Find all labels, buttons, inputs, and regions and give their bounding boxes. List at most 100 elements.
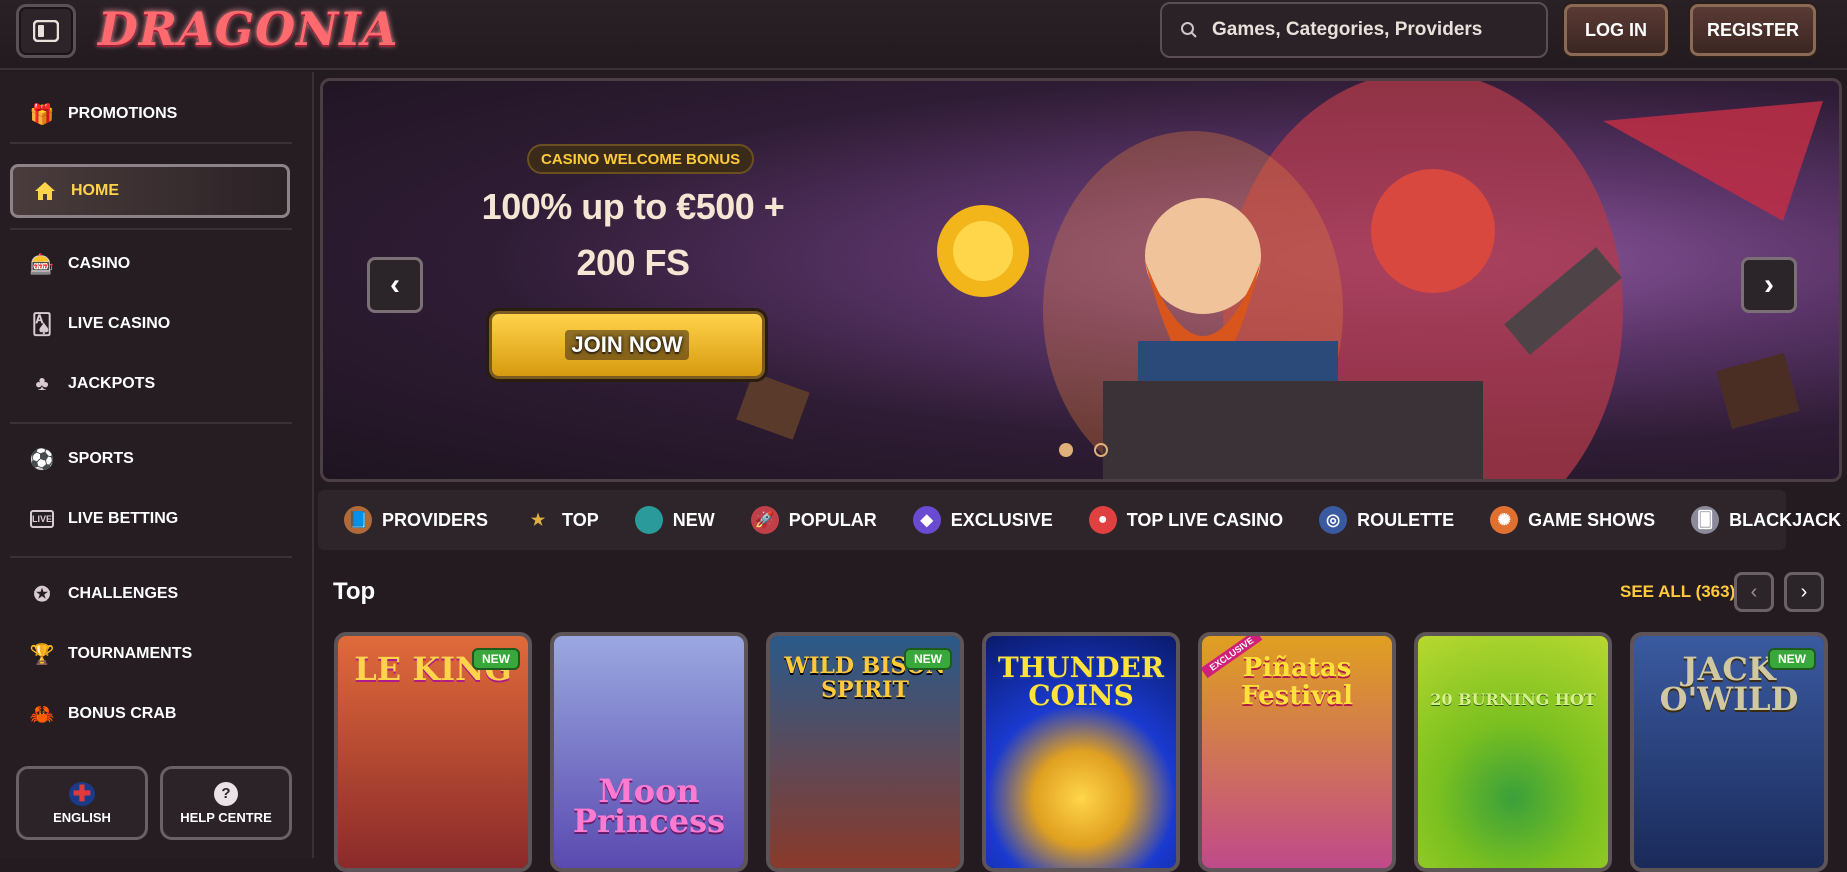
sidebar-toggle-button[interactable] bbox=[16, 4, 76, 58]
games-next-button[interactable]: › bbox=[1784, 572, 1824, 612]
sidebar-item-promotions[interactable]: 🎁 PROMOTIONS bbox=[29, 94, 178, 134]
banner-next-button[interactable]: › bbox=[1741, 257, 1797, 313]
sidebar-item-label: PROMOTIONS bbox=[68, 105, 178, 122]
new-badge: NEW bbox=[472, 648, 520, 670]
slot-machine-icon: 🎰 bbox=[29, 253, 55, 276]
top-header: DRAGONIA Games, Categories, Providers LO… bbox=[0, 0, 1847, 70]
category-new[interactable]: NEW bbox=[634, 506, 715, 534]
help-label: HELP CENTRE bbox=[180, 809, 272, 825]
join-now-label: JOIN NOW bbox=[565, 330, 689, 360]
welcome-bonus-badge: CASINO WELCOME BONUS bbox=[527, 144, 755, 174]
question-icon: ? bbox=[214, 781, 238, 806]
search-placeholder: Games, Categories, Providers bbox=[1212, 19, 1483, 40]
divider bbox=[10, 142, 292, 144]
divider bbox=[10, 556, 292, 558]
sidebar-item-label: TOURNAMENTS bbox=[68, 645, 193, 662]
game-card[interactable]: WILD BISON SPIRIT NEW bbox=[766, 632, 964, 872]
game-card[interactable]: LE KING NEW bbox=[334, 632, 532, 872]
ball-icon: ⚽ bbox=[29, 448, 55, 471]
sidebar-item-jackpots[interactable]: ♣ JACKPOTS bbox=[30, 364, 155, 404]
search-input[interactable]: Games, Categories, Providers bbox=[1160, 2, 1548, 58]
uk-flag-icon: ✚ bbox=[69, 781, 95, 806]
language-button[interactable]: ✚ ENGLISH bbox=[16, 766, 148, 840]
sidebar-item-label: BONUS CRAB bbox=[68, 705, 177, 722]
promo-banner[interactable]: CASINO WELCOME BONUS 100% up to €500 + 2… bbox=[320, 78, 1842, 482]
chevron-right-icon: › bbox=[1800, 580, 1808, 603]
sidebar-item-label: SPORTS bbox=[68, 450, 134, 467]
sidebar-item-casino[interactable]: 🎰 CASINO bbox=[29, 244, 131, 284]
join-now-button[interactable]: JOIN NOW bbox=[489, 311, 765, 379]
category-roulette[interactable]: ◎ ROULETTE bbox=[1319, 506, 1454, 534]
game-title: THUNDER COINS bbox=[997, 651, 1165, 712]
chevron-left-icon: ‹ bbox=[1750, 580, 1758, 603]
category-top-live-casino[interactable]: ● TOP LIVE CASINO bbox=[1088, 506, 1283, 534]
sidebar-item-bonus-crab[interactable]: 🦀 BONUS CRAB bbox=[29, 694, 177, 734]
category-popular[interactable]: 🚀 POPULAR bbox=[750, 506, 877, 534]
game-card[interactable]: 20 BURNING HOT bbox=[1414, 632, 1612, 872]
category-providers[interactable]: 📘 PROVIDERS bbox=[344, 506, 488, 534]
sidebar-item-tournaments[interactable]: 🏆 TOURNAMENTS bbox=[29, 634, 193, 674]
clover-icon: ♣ bbox=[35, 372, 49, 395]
sidebar-item-sports[interactable]: ⚽ SPORTS bbox=[30, 439, 134, 479]
sidebar-toggle-icon bbox=[33, 20, 59, 42]
providers-icon: 📘 bbox=[344, 506, 372, 534]
sidebar-item-label: CASINO bbox=[68, 255, 131, 272]
new-badge: NEW bbox=[1768, 648, 1816, 670]
game-card[interactable]: JACK O'WILD NEW bbox=[1630, 632, 1828, 872]
game-card[interactable]: Piñatas Festival EXCLUSIVE bbox=[1198, 632, 1396, 872]
sidebar: 🎁 PROMOTIONS HOME 🎰 CASINO 🂡 LIVE CASINO… bbox=[0, 72, 314, 858]
sidebar-item-label: HOME bbox=[71, 182, 119, 199]
chip-icon: ● bbox=[1088, 506, 1117, 534]
register-button[interactable]: REGISTER bbox=[1690, 4, 1816, 56]
chevron-right-icon: › bbox=[1764, 268, 1774, 301]
chevron-left-icon: ‹ bbox=[390, 268, 400, 301]
see-all-link[interactable]: SEE ALL (363) bbox=[1620, 582, 1735, 602]
game-title: Piñatas Festival bbox=[1241, 653, 1353, 711]
section-title: Top bbox=[333, 578, 376, 605]
sidebar-item-label: LIVE CASINO bbox=[68, 315, 171, 332]
roulette-icon: ◎ bbox=[1319, 506, 1348, 534]
slide-dot[interactable] bbox=[1094, 443, 1108, 457]
sidebar-item-challenges[interactable]: ✪ CHALLENGES bbox=[30, 574, 179, 614]
divider bbox=[10, 422, 292, 424]
game-card[interactable]: THUNDER COINS bbox=[982, 632, 1180, 872]
games-prev-button[interactable]: ‹ bbox=[1734, 572, 1774, 612]
sidebar-item-label: CHALLENGES bbox=[68, 585, 179, 602]
game-card[interactable]: Moon Princess bbox=[550, 632, 748, 872]
sidebar-item-live-casino[interactable]: 🂡 LIVE CASINO bbox=[30, 304, 170, 344]
search-icon bbox=[1181, 22, 1197, 38]
cards-icon: 🂠 bbox=[1691, 506, 1720, 534]
game-title: 20 BURNING HOT bbox=[1430, 690, 1596, 709]
language-label: ENGLISH bbox=[53, 809, 111, 825]
divider bbox=[10, 228, 292, 230]
egg-icon bbox=[634, 506, 663, 534]
headline-line-1: 100% up to €500 + bbox=[481, 186, 785, 227]
category-top[interactable]: ★ TOP bbox=[524, 506, 599, 534]
wheel-icon: ✺ bbox=[1490, 506, 1519, 534]
gift-icon: 🎁 bbox=[29, 103, 55, 126]
card-icon: 🂡 bbox=[31, 313, 53, 336]
sidebar-item-live-betting[interactable]: LIVE LIVE BETTING bbox=[30, 499, 178, 539]
help-centre-button[interactable]: ? HELP CENTRE bbox=[160, 766, 292, 840]
category-bar: 📘 PROVIDERS ★ TOP NEW 🚀 POPULAR ◆ EXCLUSIVE … bbox=[318, 490, 1841, 550]
game-thumbnail bbox=[1418, 636, 1608, 868]
crab-icon: 🦀 bbox=[29, 703, 55, 726]
login-button[interactable]: LOG IN bbox=[1564, 4, 1668, 56]
category-blackjack[interactable]: 🂠 BLACKJACK bbox=[1691, 506, 1841, 534]
badge-icon: ✪ bbox=[33, 583, 51, 606]
star-icon: ★ bbox=[530, 512, 546, 529]
sidebar-item-home[interactable]: HOME bbox=[10, 164, 290, 218]
banner-headline: 100% up to €500 + 200 FS bbox=[463, 179, 803, 291]
live-icon: LIVE bbox=[30, 510, 54, 528]
site-logo[interactable]: DRAGONIA bbox=[98, 2, 398, 56]
gem-icon: ◆ bbox=[912, 506, 941, 534]
slide-dot-active[interactable] bbox=[1059, 443, 1073, 457]
category-game-shows[interactable]: ✺ GAME SHOWS bbox=[1490, 506, 1655, 534]
rocket-icon: 🚀 bbox=[750, 506, 779, 534]
sidebar-item-label: LIVE BETTING bbox=[68, 510, 179, 527]
banner-prev-button[interactable]: ‹ bbox=[367, 257, 423, 313]
headline-line-2: 200 FS bbox=[576, 242, 690, 283]
trophy-icon: 🏆 bbox=[29, 643, 55, 666]
category-exclusive[interactable]: ◆ EXCLUSIVE bbox=[912, 506, 1053, 534]
home-icon bbox=[35, 182, 55, 200]
